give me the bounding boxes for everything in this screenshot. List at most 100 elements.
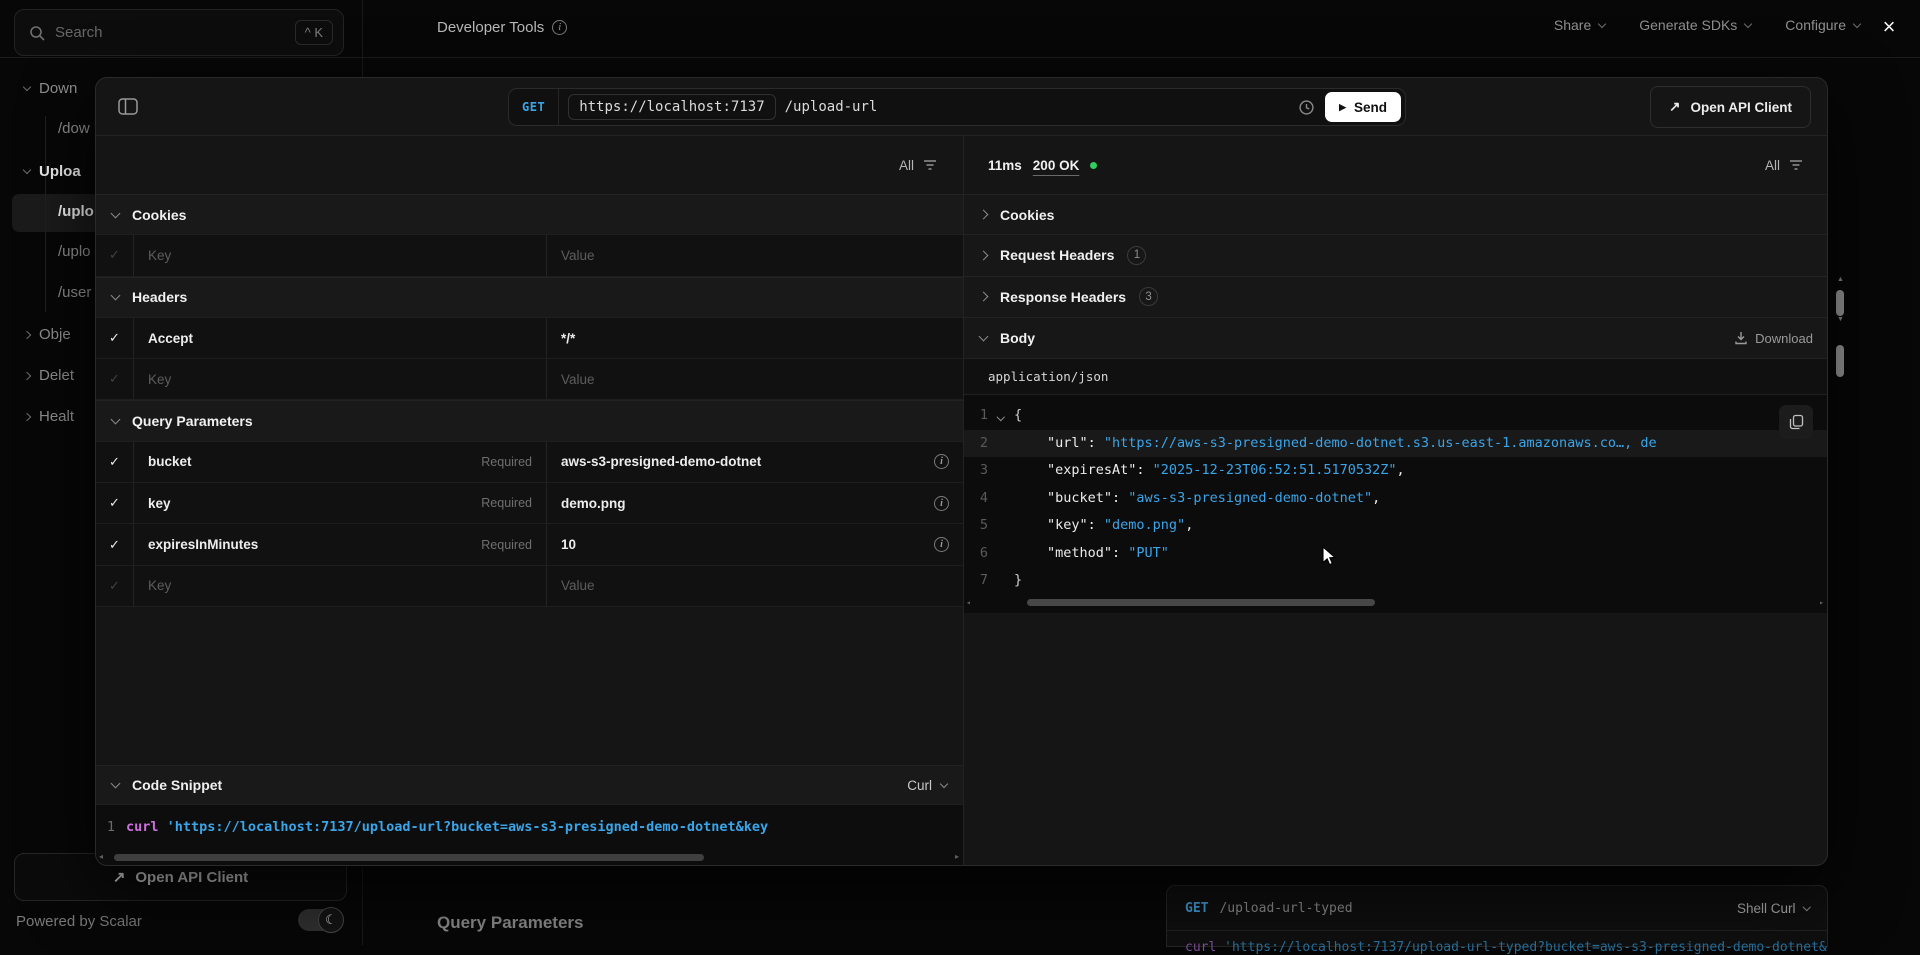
horizontal-scrollbar[interactable] <box>114 854 704 861</box>
code-snippet-block: Code Snippet Curl 1curl 'https://localho… <box>96 765 963 865</box>
language-selector[interactable]: Shell Curl <box>1737 901 1809 916</box>
info-icon[interactable]: i <box>934 454 949 469</box>
send-label: Send <box>1354 100 1387 115</box>
param-value[interactable]: aws-s3-presigned-demo-dotnet <box>561 454 761 469</box>
sidebar-item-users[interactable]: /user <box>58 284 91 301</box>
search-box[interactable]: ^ K <box>14 9 344 56</box>
key-input[interactable]: Key <box>134 359 547 399</box>
sidebar-toggle-icon[interactable] <box>118 98 138 115</box>
response-filter[interactable]: All <box>1765 158 1803 173</box>
powered-by-scalar[interactable]: Powered by Scalar <box>16 913 142 930</box>
section-code-snippet[interactable]: Code Snippet Curl <box>96 765 963 805</box>
info-icon[interactable]: i <box>934 496 949 511</box>
endpoint-path: /upload-url-typed <box>1219 901 1352 916</box>
param-key[interactable]: key <box>148 496 171 511</box>
sidebar-guide-line <box>45 116 46 312</box>
info-icon: i <box>552 20 567 35</box>
required-label: Required <box>481 496 532 510</box>
request-path[interactable]: /upload-url <box>785 99 878 115</box>
method-badge[interactable]: GET <box>509 100 558 114</box>
menu-generate-sdks[interactable]: Generate SDKs <box>1639 17 1751 33</box>
response-section-request-headers[interactable]: Request Headers 1 <box>964 235 1828 276</box>
open-api-client-button[interactable]: ↗ Open API Client <box>1650 86 1811 128</box>
key-input[interactable]: Key <box>134 566 547 606</box>
filter-label: All <box>1765 158 1780 173</box>
row-checkbox[interactable]: ✓ <box>96 483 134 523</box>
scrollbar-thumb[interactable] <box>1836 290 1844 316</box>
horizontal-scrollbar[interactable] <box>1027 599 1375 606</box>
address-bar[interactable]: GET https://localhost:7137 /upload-url ▶… <box>508 88 1406 126</box>
curl-url-string: 'https://localhost:7137/upload-url-typed… <box>1216 940 1827 955</box>
response-panel: 11ms 200 OK All Cookies Request Headers … <box>963 136 1828 865</box>
menu-share[interactable]: Share <box>1554 17 1605 33</box>
section-headers[interactable]: Headers <box>96 277 963 318</box>
section-query-parameters[interactable]: Query Parameters <box>96 400 963 441</box>
json-key: "url" <box>1047 435 1088 451</box>
value-input[interactable]: Value <box>547 566 963 606</box>
sidebar-item-download-url[interactable]: /dow <box>58 120 90 137</box>
scroll-right-icon[interactable]: ▸ <box>1819 598 1824 607</box>
param-key[interactable]: bucket <box>148 454 192 469</box>
sidebar-item-upload-group[interactable]: Uploa <box>24 163 81 180</box>
row-checkbox[interactable]: ✓ <box>96 524 134 564</box>
count-badge: 3 <box>1139 287 1158 306</box>
scroll-left-icon[interactable]: ◂ <box>99 852 103 861</box>
header-key[interactable]: Accept <box>148 331 193 346</box>
param-value[interactable]: demo.png <box>561 496 626 511</box>
scrollbar-thumb[interactable] <box>1836 345 1844 377</box>
filter-label: All <box>899 158 914 173</box>
param-value[interactable]: 10 <box>561 537 576 552</box>
search-input[interactable] <box>55 24 295 41</box>
download-button[interactable]: Download <box>1734 331 1813 346</box>
query-row-bucket: ✓ bucketRequired aws-s3-presigned-demo-d… <box>96 442 963 483</box>
snippet-language-selector[interactable]: Curl <box>907 778 947 793</box>
json-key: "key" <box>1047 517 1088 533</box>
sidebar-item-health-group[interactable]: Healt <box>24 408 74 425</box>
section-title: Response Headers <box>1000 289 1126 305</box>
close-icon[interactable]: × <box>1876 15 1902 41</box>
request-filter[interactable]: All <box>899 158 937 173</box>
row-checkbox[interactable]: ✓ <box>96 235 134 275</box>
dark-mode-toggle[interactable]: ☾ <box>298 909 342 931</box>
sidebar-item-delete-group[interactable]: Delet <box>24 367 74 384</box>
row-checkbox[interactable]: ✓ <box>96 442 134 482</box>
row-checkbox[interactable]: ✓ <box>96 566 134 606</box>
sidebar-item-objects-group[interactable]: Obje <box>24 326 71 343</box>
sidebar-item-label: /user <box>58 284 91 301</box>
value-input[interactable]: Value <box>547 359 963 399</box>
response-section-cookies[interactable]: Cookies <box>964 194 1828 235</box>
section-cookies[interactable]: Cookies <box>96 194 963 235</box>
sidebar-item-upload-url-typed[interactable]: /uplo <box>58 243 91 260</box>
send-button[interactable]: ▶ Send <box>1325 92 1401 122</box>
sidebar-item-upload-url-active[interactable]: /uplo <box>58 203 94 220</box>
row-checkbox[interactable]: ✓ <box>96 318 134 358</box>
chevron-right-icon <box>979 250 989 260</box>
copy-button[interactable] <box>1779 405 1813 439</box>
value-input[interactable]: Value <box>547 235 963 275</box>
json-key: "expiresAt" <box>1047 462 1136 478</box>
key-input[interactable]: Key <box>134 235 547 275</box>
scroll-down-icon[interactable]: ▼ <box>1837 316 1844 323</box>
scroll-right-icon[interactable]: ▸ <box>955 852 959 861</box>
response-status[interactable]: 200 OK <box>1033 158 1080 173</box>
line-number: 5 <box>964 512 988 540</box>
param-key[interactable]: expiresInMinutes <box>148 537 258 552</box>
server-url-chip[interactable]: https://localhost:7137 <box>568 94 775 120</box>
header-divider <box>0 57 1920 58</box>
response-section-body[interactable]: Body Download <box>964 318 1828 359</box>
response-section-response-headers[interactable]: Response Headers 3 <box>964 277 1828 318</box>
history-icon[interactable] <box>1298 99 1315 116</box>
scroll-left-icon[interactable]: ◂ <box>966 598 971 607</box>
header-value[interactable]: */* <box>561 331 575 346</box>
chevron-down-icon <box>111 291 121 301</box>
sidebar-item-download-group[interactable]: Down <box>24 80 77 97</box>
header-row-placeholder: ✓ Key Value <box>96 359 963 400</box>
open-api-client-label: Open API Client <box>1690 100 1792 115</box>
page-title: Developer Tools i <box>437 19 567 36</box>
fold-chevron-icon[interactable] <box>988 402 1014 430</box>
scroll-up-icon[interactable]: ▲ <box>1837 276 1844 283</box>
row-checkbox[interactable]: ✓ <box>96 359 134 399</box>
menu-configure[interactable]: Configure <box>1785 17 1860 33</box>
api-client-modal: GET https://localhost:7137 /upload-url ▶… <box>95 77 1828 866</box>
info-icon[interactable]: i <box>934 537 949 552</box>
